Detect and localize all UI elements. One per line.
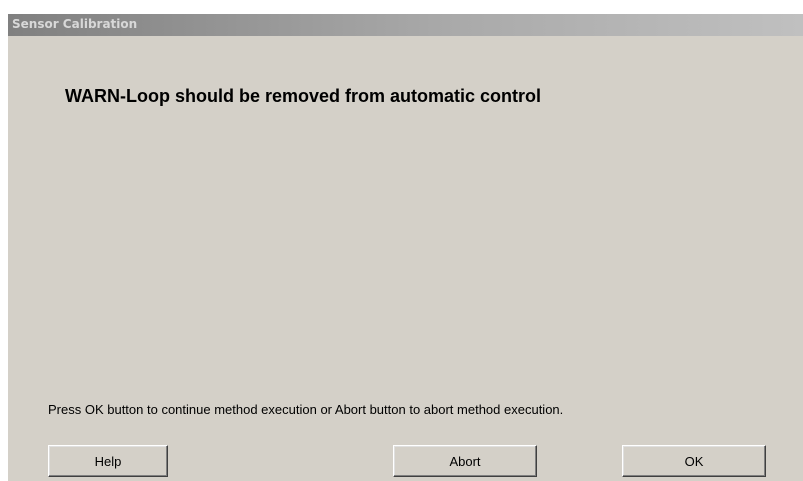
- warning-message: WARN-Loop should be removed from automat…: [65, 86, 542, 106]
- abort-button[interactable]: Abort: [393, 445, 537, 477]
- sensor-calibration-dialog: Sensor Calibration WARN-Loop should be r…: [8, 14, 803, 481]
- window-title: Sensor Calibration: [12, 17, 138, 31]
- ok-button[interactable]: OK: [622, 445, 766, 477]
- title-bar[interactable]: Sensor Calibration: [8, 14, 803, 36]
- instruction-text: Press OK button to continue method execu…: [48, 402, 564, 417]
- help-button[interactable]: Help: [48, 445, 168, 477]
